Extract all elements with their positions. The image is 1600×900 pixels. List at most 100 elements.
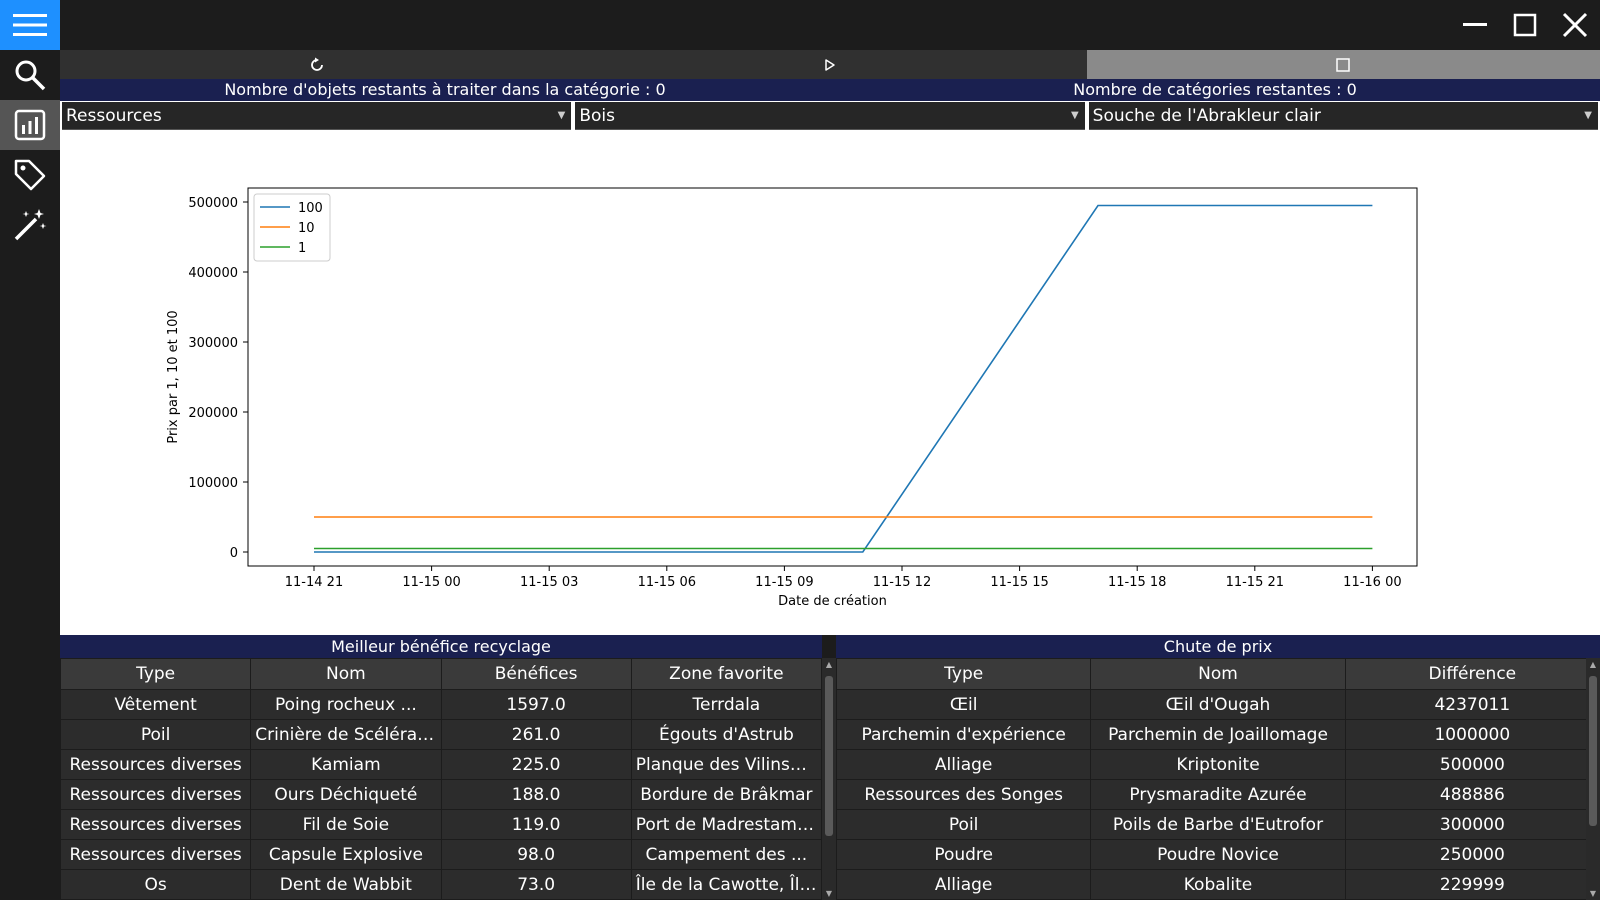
play-icon <box>825 58 835 71</box>
chevron-down-icon: ▼ <box>1584 110 1592 121</box>
table-cell: Ressources diverses <box>59 809 252 840</box>
price-drop-header-cell[interactable]: Type <box>835 658 1092 690</box>
magic-wand-icon <box>14 209 47 241</box>
x-tick-label: 11-15 21 <box>1226 575 1284 590</box>
table-cell: Alliage <box>835 869 1092 900</box>
recycling-header-cell[interactable]: Nom <box>250 658 442 690</box>
x-tick-label: 11-14 21 <box>285 575 343 590</box>
table-row[interactable]: Poil Poils de Barbe d'Eutrofor 300000 <box>835 809 1600 840</box>
recycling-title: Meilleur bénéfice recyclage <box>60 635 822 658</box>
table-cell: Ressources diverses <box>59 749 252 780</box>
table-cell: Poudre <box>835 839 1092 870</box>
price-chart-area: 0 100000 200000 300000 400000 500000 11-14 21 1… <box>60 131 1600 635</box>
chevron-down-icon: ▼ <box>557 110 566 121</box>
table-row[interactable]: Os Dent de Wabbit 73.0 Île de la Cawotte, Î… <box>59 869 823 900</box>
table-cell: Œil d'Ougah <box>1090 689 1346 720</box>
recycling-header-cell[interactable]: Type <box>59 658 252 690</box>
table-cell: 73.0 <box>440 869 632 900</box>
price-drop-title: Chute de prix <box>836 635 1600 658</box>
price-drop-header-cell[interactable]: Différence <box>1344 658 1600 690</box>
search-icon <box>15 60 46 91</box>
item-select[interactable]: Souche de l'Abrakleur clair ▼ <box>1088 102 1598 130</box>
scroll-up-icon[interactable]: ▲ <box>1586 660 1600 669</box>
table-cell: Poils de Barbe d'Eutrofor <box>1090 809 1346 840</box>
table-row[interactable]: Poudre Poudre Novice 250000 <box>835 839 1600 870</box>
x-tick-label: 11-16 00 <box>1343 575 1401 590</box>
table-cell: Port de Madrestam, ... <box>630 809 823 840</box>
y-tick-label: 200000 <box>188 406 238 421</box>
y-tick-label: 500000 <box>188 196 238 211</box>
stop-button[interactable] <box>1086 50 1600 79</box>
menu-button[interactable] <box>0 0 60 50</box>
table-cell: Vêtement <box>59 689 252 720</box>
table-row[interactable]: Vêtement Poing rocheux ... 1597.0 Terrdala <box>59 689 823 720</box>
sidebar <box>0 0 60 900</box>
toolbar <box>60 50 1600 79</box>
tag-icon <box>14 159 46 191</box>
y-tick-label: 300000 <box>188 336 238 351</box>
maximize-button[interactable] <box>1500 0 1550 50</box>
price-drop-scroll-thumb[interactable] <box>1589 676 1597 826</box>
table-cell: Capsule Explosive <box>250 839 442 870</box>
refresh-button[interactable] <box>60 50 573 79</box>
recycling-scrollbar[interactable]: ▲ ▼ <box>822 658 836 900</box>
table-cell: Égouts d'Astrub <box>630 719 823 750</box>
tables-area: Meilleur bénéfice recyclage Type Nom Bénéf… <box>59 635 1600 900</box>
table-row[interactable]: Ressources diverses Kamiam 225.0 Planque de… <box>59 749 823 780</box>
table-row[interactable]: Poil Crinière de Scélérat ... 261.0 Égouts … <box>59 719 823 750</box>
table-cell: Terrdala <box>630 689 823 720</box>
y-axis-label: Prix par 1, 10 et 100 <box>166 310 181 443</box>
stats-nav-button[interactable] <box>0 100 60 150</box>
table-row[interactable]: Ressources des Songes Prysmaradite Azurée… <box>835 779 1600 810</box>
table-row[interactable]: Ressources diverses Ours Déchiqueté 188.0 B… <box>59 779 823 810</box>
chevron-down-icon: ▼ <box>1070 110 1079 121</box>
table-row[interactable]: Alliage Kriptonite 500000 <box>835 749 1600 780</box>
plot-frame <box>247 187 1418 567</box>
price-drop-scrollbar[interactable]: ▲ ▼ <box>1586 658 1600 900</box>
minimize-icon <box>1463 23 1487 26</box>
minimize-button[interactable] <box>1450 0 1500 50</box>
legend-label: 10 <box>298 221 315 236</box>
table-cell: Prysmaradite Azurée <box>1090 779 1346 810</box>
subcategory-select[interactable]: Bois ▼ <box>575 102 1085 130</box>
legend-label: 1 <box>298 241 306 256</box>
price-chart: 0 100000 200000 300000 400000 500000 11-14 21 1… <box>166 187 1418 609</box>
table-cell: Ressources diverses <box>59 779 252 810</box>
category-select-value: Ressources <box>66 106 162 126</box>
x-tick-label: 11-15 15 <box>990 575 1048 590</box>
recycling-header-cell[interactable]: Bénéfices <box>440 658 632 690</box>
table-row[interactable]: Parchemin d'expérience Parchemin de Joail… <box>835 719 1600 750</box>
play-button[interactable] <box>573 50 1086 79</box>
x-axis-label: Date de création <box>778 594 887 609</box>
title-bar <box>60 0 1600 50</box>
close-button[interactable] <box>1550 0 1600 50</box>
table-cell: Île de la Cawotte, Îlot... <box>630 869 823 900</box>
scroll-down-icon[interactable]: ▼ <box>1586 889 1600 898</box>
table-cell: Campement des ... <box>630 839 823 870</box>
recycling-header-cell[interactable]: Zone favorite <box>630 658 823 690</box>
table-cell: Poing rocheux ... <box>250 689 442 720</box>
table-cell: 188.0 <box>440 779 632 810</box>
table-cell: Alliage <box>835 749 1092 780</box>
table-row[interactable]: Alliage Kobalite 229999 <box>835 869 1600 900</box>
recycling-panel: Meilleur bénéfice recyclage Type Nom Bénéf… <box>59 635 823 900</box>
filter-selects: Ressources ▼ Bois ▼ Souche de l'Abrakleu… <box>60 101 1600 131</box>
table-cell: 119.0 <box>440 809 632 840</box>
search-nav-button[interactable] <box>0 50 60 100</box>
table-cell: Bordure de Brâkmar <box>630 779 823 810</box>
price-drop-header-cell[interactable]: Nom <box>1090 658 1346 690</box>
table-row[interactable]: Ressources diverses Capsule Explosive 98.0… <box>59 839 823 870</box>
table-cell: 250000 <box>1344 839 1600 870</box>
table-cell: Parchemin d'expérience <box>835 719 1092 750</box>
table-row[interactable]: Ressources diverses Fil de Soie 119.0 Port … <box>59 809 823 840</box>
category-select[interactable]: Ressources ▼ <box>62 102 572 130</box>
price-drop-table: Type Nom Différence Œil Œil d'Ougah 4237011 P… <box>835 658 1600 900</box>
table-cell: Crinière de Scélérat ... <box>250 719 442 750</box>
recycling-scroll-thumb[interactable] <box>825 676 833 836</box>
table-cell: 500000 <box>1344 749 1600 780</box>
scroll-up-icon[interactable]: ▲ <box>822 660 836 669</box>
table-row[interactable]: Œil Œil d'Ougah 4237011 <box>835 689 1600 720</box>
scroll-down-icon[interactable]: ▼ <box>822 889 836 898</box>
magic-nav-button[interactable] <box>0 200 60 250</box>
tag-nav-button[interactable] <box>0 150 60 200</box>
